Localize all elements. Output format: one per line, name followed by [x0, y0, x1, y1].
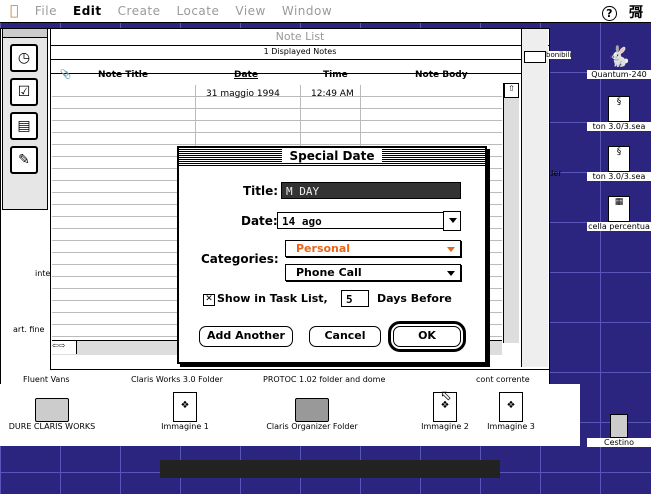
palette-titlebar[interactable]: [3, 29, 47, 38]
days-field[interactable]: 5: [341, 290, 369, 307]
note-count: 1 Displayed Notes: [263, 47, 337, 56]
finder-partial-text: art. fine: [13, 325, 45, 334]
icon-label: ton 3.0/3.sea: [587, 172, 651, 181]
category-popup-phone-call[interactable]: Phone Call: [285, 264, 461, 281]
finder-partial-text: inte: [35, 269, 51, 278]
menu-create[interactable]: Create: [118, 4, 161, 18]
vertical-scrollbar[interactable]: ⇧: [503, 83, 519, 343]
paperclip-icon: 📎: [60, 70, 72, 80]
icon-label: Claris Organizer Folder: [264, 422, 360, 431]
category-popup-personal[interactable]: Personal: [285, 240, 461, 257]
ok-button[interactable]: OK: [388, 321, 466, 352]
icon-label: Immagine 3: [485, 422, 537, 431]
checklist-icon[interactable]: ☑: [10, 78, 38, 106]
rabbit-icon: 🐇: [606, 44, 632, 68]
add-another-button[interactable]: Add Another: [199, 326, 293, 347]
folder-icon-claris-works[interactable]: DURE CLARIS WORKS: [4, 398, 100, 431]
menu-file[interactable]: File: [35, 4, 57, 18]
title-label: Title:: [243, 184, 279, 198]
dialog-title: Special Date: [281, 149, 383, 163]
note-icon[interactable]: ✎: [10, 146, 38, 174]
row-time[interactable]: 12:49 AM: [311, 89, 354, 99]
card-icon[interactable]: ▤: [10, 112, 38, 140]
finder-partial-text: Claris Works 3.0 Folder: [131, 375, 223, 384]
date-dropdown-arrow-icon[interactable]: [443, 211, 461, 231]
archive-icon: §: [608, 96, 630, 122]
document-icon-immagine1[interactable]: ❖ Immagine 1: [150, 392, 220, 431]
menu-edit[interactable]: Edit: [73, 4, 102, 18]
finder-partial-text: bonibili: [546, 51, 572, 59]
archive-icon-ton1[interactable]: § ton 3.0/3.sea: [587, 96, 651, 131]
category-phone-text: Phone Call: [296, 266, 362, 279]
clock-icon[interactable]: ◷: [10, 44, 38, 72]
picture-document-icon: ❖: [173, 392, 197, 422]
icon-label: Quantum-240: [587, 70, 651, 79]
document-icon-cella[interactable]: ▦ cella percentua: [587, 196, 651, 231]
icon-label: cella percentua: [587, 222, 651, 231]
finder-partial-text: cont corrente: [476, 375, 530, 384]
task-list-label: Show in Task List,: [217, 292, 328, 305]
disk-icon-quantum[interactable]: 🐇 Quantum-240: [587, 44, 651, 79]
trash-icon[interactable]: Cestino: [587, 414, 651, 447]
col-note-body[interactable]: Note Body: [415, 70, 468, 80]
col-note-title[interactable]: Note Title: [98, 70, 148, 80]
icon-label: ton 3.0/3.sea: [587, 122, 651, 131]
bottom-scan-artifact: [160, 460, 500, 478]
menu-window[interactable]: Window: [282, 4, 332, 18]
mouse-cursor-icon: ⬁: [440, 388, 452, 404]
date-label: Date:: [241, 214, 278, 228]
finder-partial-text: PROTOC 1.02 folder and dome: [263, 375, 386, 384]
apple-menu-icon[interactable]: : [10, 3, 19, 19]
special-date-dialog: Special Date Title: M DAY Date: 14 ago C…: [177, 146, 487, 364]
scroll-up-arrow-icon[interactable]: ⇧: [504, 83, 519, 98]
note-list-title: Note List: [51, 29, 549, 46]
archive-icon: §: [608, 146, 630, 172]
days-before-label: Days Before: [377, 292, 452, 305]
note-list-side-panel: bonibili: [521, 29, 572, 367]
menu-view[interactable]: View: [235, 4, 265, 18]
folder-icon: [295, 398, 329, 422]
icon-label: Immagine 1: [159, 422, 211, 431]
tool-palette: ◷ ☑ ▤ ✎: [2, 28, 48, 210]
icon-label: Immagine 2: [419, 422, 471, 431]
icon-label: DURE CLARIS WORKS: [6, 422, 98, 431]
date-field[interactable]: 14 ago: [277, 212, 445, 229]
help-icon[interactable]: ?: [602, 6, 617, 21]
col-date[interactable]: Date: [234, 70, 258, 80]
picture-document-icon: ❖: [499, 392, 523, 422]
title-field[interactable]: M DAY: [281, 182, 461, 199]
folder-icon-organizer[interactable]: Claris Organizer Folder: [252, 398, 372, 431]
side-panel-button[interactable]: [524, 51, 546, 63]
cancel-button[interactable]: Cancel: [309, 326, 381, 347]
folder-icon: [35, 398, 69, 422]
menu-locate[interactable]: Locate: [177, 4, 220, 18]
menubar-right: ? 彁: [602, 2, 643, 22]
dialog-titlebar[interactable]: Special Date: [179, 148, 485, 166]
categories-label: Categories:: [201, 252, 279, 266]
spreadsheet-icon: ▦: [608, 196, 630, 222]
col-time[interactable]: Time: [323, 70, 348, 80]
icon-label: Cestino: [587, 438, 651, 447]
finder-partial-text: Fluent Vans: [23, 375, 70, 384]
document-icon-immagine3[interactable]: ❖ Immagine 3: [476, 392, 546, 431]
row-date[interactable]: 31 maggio 1994: [206, 89, 280, 99]
archive-icon-ton2[interactable]: § ton 3.0/3.sea: [587, 146, 651, 181]
task-list-checkbox[interactable]: ✕: [203, 294, 215, 306]
app-menu-icon[interactable]: 彁: [629, 5, 643, 21]
category-personal-text: Personal: [296, 242, 351, 255]
trash-can-icon: [610, 414, 628, 438]
scroll-left-arrow-icon[interactable]: ⇦⇨: [52, 341, 77, 354]
menu-bar:  File Edit Create Locate View Window ? …: [0, 0, 651, 23]
